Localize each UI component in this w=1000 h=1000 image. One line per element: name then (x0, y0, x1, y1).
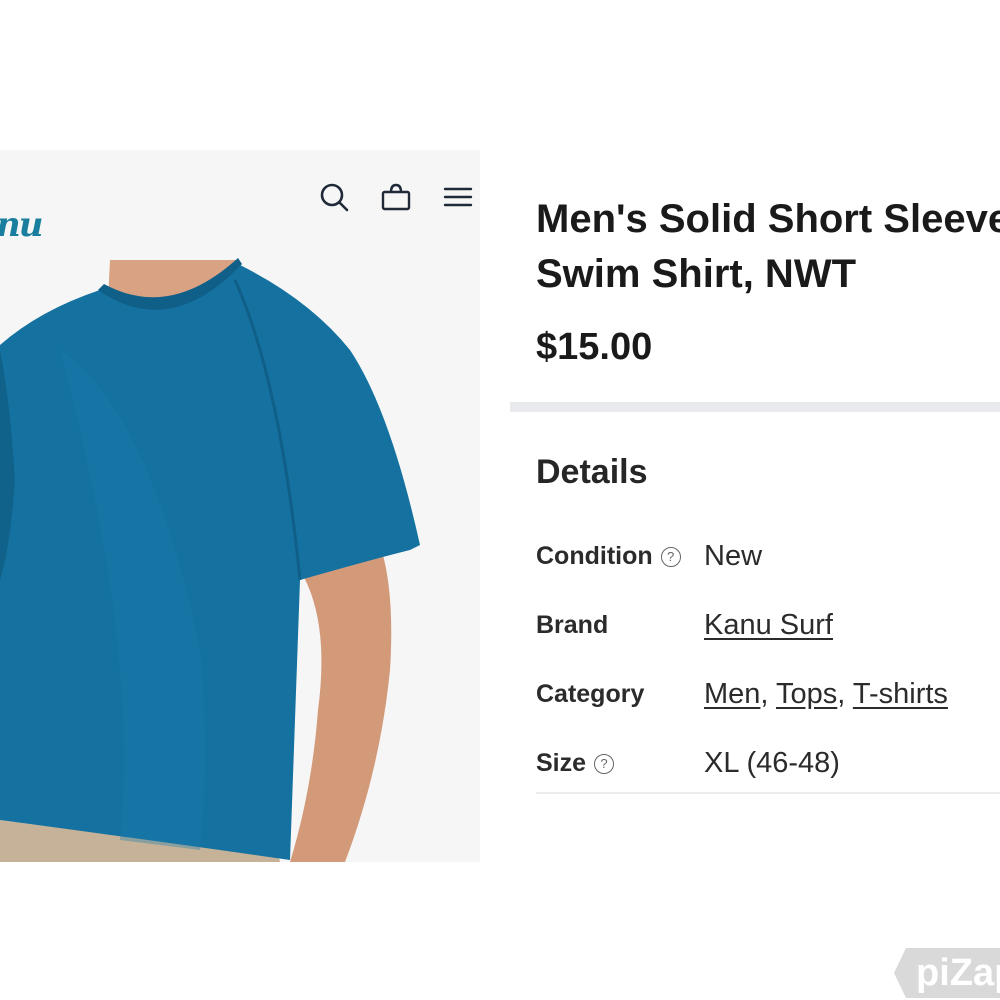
details-heading: Details (536, 453, 648, 491)
product-title: Men's Solid Short Sleeve Swim Shirt, NWT (536, 192, 1000, 302)
product-image[interactable]: nu (0, 150, 480, 862)
product-page: nu Men's Solid Short Sleeve Swim Shirt, … (0, 0, 1000, 1000)
search-icon[interactable] (318, 181, 350, 213)
product-summary: Men's Solid Short Sleeve Swim Shirt, NWT… (536, 192, 1000, 369)
detail-label-category: Category (536, 680, 645, 708)
detail-label-size: Size ? (536, 749, 704, 778)
category-link-tops[interactable]: Tops (776, 678, 837, 710)
category-link-tshirts[interactable]: T-shirts (853, 678, 948, 710)
detail-row-size: Size ? XL (46-48) (536, 729, 1000, 798)
product-price: $15.00 (536, 326, 653, 368)
shirt-illustration (0, 150, 480, 862)
category-link-men[interactable]: Men (704, 678, 760, 710)
brand-logo[interactable]: nu (0, 205, 66, 245)
brand-link[interactable]: Kanu Surf (704, 609, 833, 641)
help-icon[interactable]: ? (660, 546, 681, 567)
detail-label-condition: Condition ? (536, 542, 704, 571)
detail-value-condition: New (704, 540, 763, 572)
details-divider (536, 792, 1000, 794)
detail-row-brand: Brand Kanu Surf (536, 591, 1000, 660)
detail-value-size: XL (46-48) (704, 747, 840, 779)
watermark: piZap (894, 948, 1000, 998)
details-table: Condition ? New Brand Kanu Surf Category… (536, 522, 1000, 798)
header-icons (318, 181, 474, 213)
detail-label-brand: Brand (536, 611, 609, 639)
product-title-line1: Men's Solid Short Sleeve (536, 197, 1000, 241)
bag-icon[interactable] (380, 181, 412, 213)
detail-row-condition: Condition ? New (536, 522, 1000, 591)
help-icon[interactable]: ? (594, 753, 615, 774)
menu-icon[interactable] (442, 181, 474, 213)
product-title-line2: Swim Shirt, NWT (536, 252, 856, 296)
section-divider (510, 402, 1000, 412)
detail-row-category: Category Men, Tops, T-shirts (536, 678, 948, 710)
